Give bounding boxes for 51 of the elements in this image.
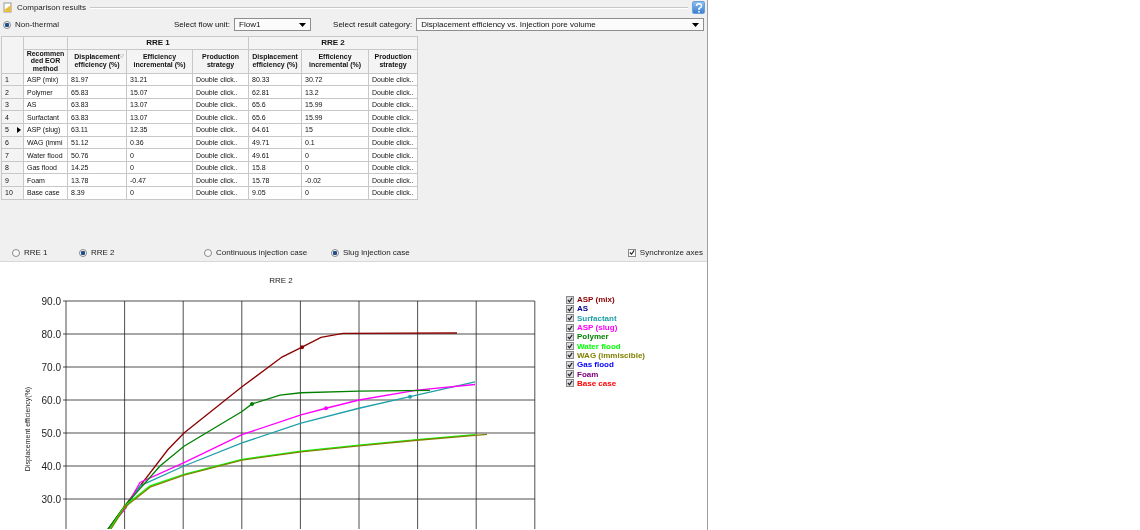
radio-button[interactable] (12, 248, 20, 257)
legend-label: Foam (577, 369, 599, 379)
radio-button[interactable] (204, 248, 212, 257)
y-tick-label: 90.0 (41, 295, 61, 307)
legend-label: Surfactant (577, 313, 617, 323)
checkbox[interactable] (566, 351, 574, 360)
radio-button[interactable] (79, 248, 87, 257)
y-tick-label: 70.0 (41, 361, 61, 373)
group-header: RRE 1 (67, 36, 249, 50)
help-button[interactable] (692, 1, 705, 14)
legend-label: Polymer (577, 332, 609, 342)
flow-unit-dropdown[interactable]: Flow1 (234, 18, 312, 31)
chart-title: RRE 2 (269, 276, 293, 285)
checkbox[interactable] (566, 323, 574, 332)
result-category-label: Select result category: (333, 20, 413, 29)
panel-title: Comparison results (17, 3, 86, 12)
y-tick-label: 80.0 (41, 328, 61, 340)
radio-button[interactable] (331, 248, 339, 257)
y-tick-label: 40.0 (41, 460, 61, 472)
caret-icon (299, 22, 307, 27)
checkbox[interactable] (566, 342, 574, 351)
legend-label: ASP (slug) (577, 323, 618, 333)
y-tick-label: 60.0 (41, 394, 61, 406)
group-header: RRE 2 (248, 36, 418, 50)
checkbox[interactable] (566, 370, 574, 378)
y-tick-label: 30.0 (41, 493, 61, 505)
radio-button[interactable] (3, 20, 11, 29)
help-icon (694, 2, 703, 13)
radio-label: RRE 1 (24, 248, 48, 257)
radio-label: Continuous injection case (216, 248, 308, 257)
checkbox[interactable] (627, 248, 636, 257)
checkbox[interactable] (566, 295, 574, 304)
flow-unit-label: Select flow unit: (174, 20, 231, 29)
checkbox[interactable] (566, 304, 574, 313)
radio-label: RRE 2 (91, 248, 115, 257)
legend-label: Base case (577, 378, 617, 388)
checkbox[interactable] (566, 332, 574, 341)
checkbox[interactable] (566, 379, 574, 388)
radio-label: Slug injection case (343, 248, 410, 257)
caret-icon (692, 22, 699, 27)
checkbox[interactable] (566, 314, 574, 323)
legend-label: ASP (mix) (577, 295, 615, 305)
y-tick-label: 50.0 (41, 427, 61, 439)
legend-label: Gas flood (577, 360, 614, 370)
result-category-dropdown[interactable]: Displacement efficiency vs. Injection pore volume (416, 18, 704, 31)
checkbox-label: Synchronize axes (639, 248, 703, 257)
legend-label: WAG (immiscible) (577, 350, 645, 360)
radio-label: Non-thermal (15, 20, 59, 29)
legend-label: AS (577, 304, 589, 314)
legend-label: Water flood (577, 341, 621, 351)
checkbox[interactable] (566, 360, 574, 369)
